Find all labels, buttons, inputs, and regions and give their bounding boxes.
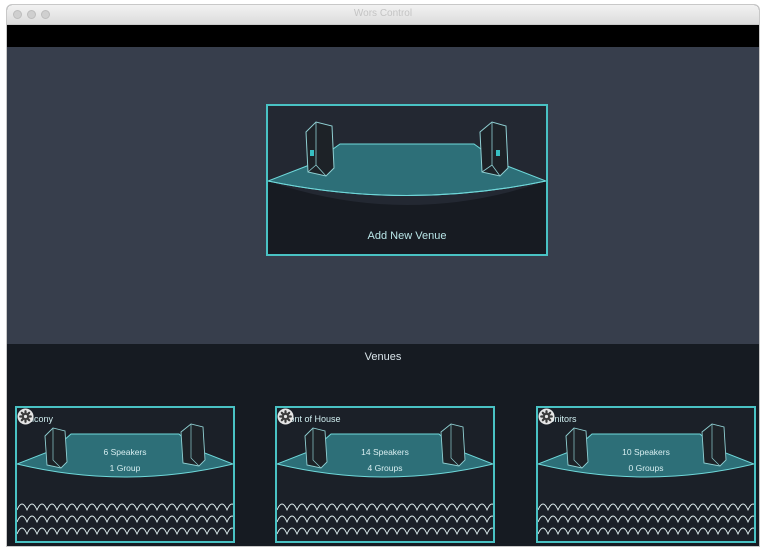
gear-icon[interactable] [538, 408, 555, 425]
venue-stats: 6 Speakers 1 Group [17, 444, 233, 476]
venue-speaker-count: 10 Speakers [622, 447, 670, 457]
venue-card-balcony[interactable]: Balcony 6 Speakers 1 Group [15, 406, 235, 543]
venue-card-front-of-house[interactable]: Front of House 14 Speakers 4 Groups [275, 406, 495, 543]
app-window: Wors Control Add New Venue Venues Balcon… [6, 4, 760, 547]
add-new-venue-label: Add New Venue [367, 230, 447, 242]
venue-speaker-count: 14 Speakers [361, 447, 409, 457]
venue-stats: 10 Speakers 0 Groups [538, 444, 754, 476]
venue-group-count: 4 Groups [367, 463, 403, 473]
venues-heading: Venues [364, 351, 402, 363]
add-new-venue-card[interactable]: Add New Venue [266, 104, 548, 256]
title-bar: Wors Control [7, 5, 759, 25]
add-venue-area: Add New Venue [7, 47, 759, 344]
venue-card-monitors[interactable]: Monitors 10 Speakers 0 Groups [536, 406, 756, 543]
gear-icon[interactable] [277, 408, 294, 425]
speaker-icon [305, 121, 335, 177]
window-title: Wors Control [353, 8, 413, 19]
venues-section: Venues Balcony 6 Speakers 1 Group Front … [7, 344, 759, 546]
venue-group-count: 0 Groups [628, 463, 664, 473]
venue-stats: 14 Speakers 4 Groups [277, 444, 493, 476]
speaker-icon [479, 121, 509, 177]
venue-group-count: 1 Group [109, 463, 141, 473]
venue-speaker-count: 6 Speakers [103, 447, 147, 457]
gear-icon[interactable] [17, 408, 34, 425]
toolbar [7, 25, 759, 47]
